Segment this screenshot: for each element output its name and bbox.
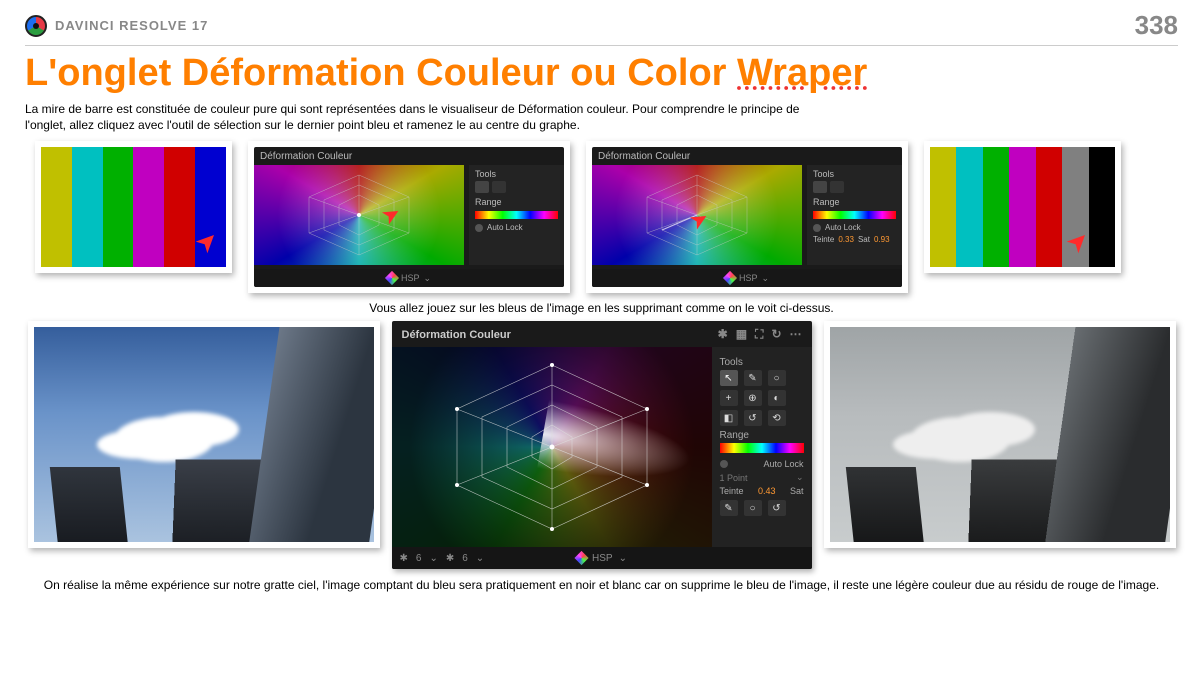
tools-label: Tools xyxy=(475,169,558,179)
grid2-value[interactable]: 6 xyxy=(462,553,468,564)
warper-panel-after: Déformation Couleur ➤ To xyxy=(586,141,908,293)
settings-icon[interactable]: ✱ xyxy=(718,327,728,342)
selection-tool-button[interactable] xyxy=(813,181,827,193)
autolock-label: Auto Lock xyxy=(763,459,803,469)
caption-1: Vous allez jouez sur les bleus de l'imag… xyxy=(25,301,1178,315)
tool-button[interactable]: ⟲ xyxy=(768,410,786,426)
range-rainbow[interactable] xyxy=(720,443,804,453)
tools-label: Tools xyxy=(720,357,804,368)
selection-tool-button[interactable]: ↖ xyxy=(720,370,738,386)
tool-button[interactable]: ↺ xyxy=(744,410,762,426)
color-button[interactable]: ○ xyxy=(744,500,762,516)
pin-tool-button[interactable] xyxy=(492,181,506,193)
app-name: DAVINCI RESOLVE 17 xyxy=(55,18,208,33)
hsp-label[interactable]: HSP xyxy=(401,273,420,283)
tool-button[interactable]: ⊕ xyxy=(744,390,762,406)
color-hexweb-large[interactable] xyxy=(392,347,712,547)
title-underlined: Wraper xyxy=(737,52,867,94)
teinte-value[interactable]: 0.43 xyxy=(758,486,776,496)
range-label: Range xyxy=(720,430,804,441)
panel-title: Déformation Couleur xyxy=(592,147,902,166)
warper-sidebar-large: Tools ↖ ✎ ○ + ⊕ ◐ ◧ ↺ ⟲ Range A xyxy=(712,347,812,547)
range-rainbow[interactable] xyxy=(813,211,896,219)
eyedropper-button[interactable]: ✎ xyxy=(720,500,738,516)
tool-button[interactable]: ◐ xyxy=(768,390,786,406)
more-icon[interactable]: ⋯ xyxy=(790,327,802,342)
page-number: 338 xyxy=(1135,10,1178,41)
warper-panel-before: Déformation Couleur ➤ Tool xyxy=(248,141,570,293)
color-space-icon xyxy=(574,551,588,565)
color-hexweb[interactable] xyxy=(592,165,802,265)
teinte-label: Teinte xyxy=(813,235,834,244)
pin-tool-button[interactable]: ○ xyxy=(768,370,786,386)
hsp-label[interactable]: HSP xyxy=(739,273,758,283)
autolock-toggle[interactable]: Auto Lock xyxy=(487,223,523,232)
teinte-label: Teinte xyxy=(720,486,744,496)
grid-icon[interactable]: ✱ xyxy=(446,553,454,564)
davinci-logo-icon xyxy=(25,15,47,37)
range-label: Range xyxy=(475,197,558,207)
hsp-dropdown[interactable]: HSP xyxy=(592,553,613,564)
colorbars-after: ➤ xyxy=(924,141,1121,273)
grid-icon[interactable]: ▦ xyxy=(736,327,747,342)
autolock-radio[interactable] xyxy=(720,460,728,468)
autolock-toggle[interactable]: Auto Lock xyxy=(825,223,861,232)
color-hexweb[interactable] xyxy=(254,165,464,265)
panel-title: Déformation Couleur xyxy=(254,147,564,166)
range-label: Range xyxy=(813,197,896,207)
tools-label: Tools xyxy=(813,169,896,179)
one-point-dropdown[interactable]: 1 Point xyxy=(720,473,748,483)
intro-paragraph: La mire de barre est constituée de coule… xyxy=(25,101,805,133)
warper-sidebar: Tools Range Auto Lock Teinte 0.33 Sat 0.93 xyxy=(807,165,902,265)
range-rainbow[interactable] xyxy=(475,211,558,219)
skyscraper-after xyxy=(824,321,1176,548)
draw-tool-button[interactable]: ✎ xyxy=(744,370,762,386)
grid-icon[interactable]: ✱ xyxy=(400,553,408,564)
caption-2: On réalise la même expérience sur notre … xyxy=(25,577,1178,593)
teinte-value[interactable]: 0.33 xyxy=(838,235,854,244)
sat-label: Sat xyxy=(790,486,804,496)
tool-button[interactable]: ◧ xyxy=(720,410,738,426)
sat-value[interactable]: 0.93 xyxy=(874,235,890,244)
color-space-icon xyxy=(385,271,399,285)
pin-tool-button[interactable] xyxy=(830,181,844,193)
warper-panel-large: Déformation Couleur ✱ ▦ ⛶ ↻ ⋯ xyxy=(392,321,812,569)
expand-icon[interactable]: ⛶ xyxy=(755,327,763,342)
page-header: DAVINCI RESOLVE 17 338 xyxy=(25,10,1178,46)
skyscraper-before xyxy=(28,321,380,548)
colorbars-before: ➤ xyxy=(35,141,232,273)
tool-button[interactable]: + xyxy=(720,390,738,406)
title-text: L'onglet Déformation Couleur ou Color xyxy=(25,52,737,94)
warper-sidebar: Tools Range Auto Lock xyxy=(469,165,564,265)
page-title: L'onglet Déformation Couleur ou Color Wr… xyxy=(25,52,1178,95)
sat-label: Sat xyxy=(858,235,870,244)
panel-title: Déformation Couleur xyxy=(402,329,511,341)
grid1-value[interactable]: 6 xyxy=(416,553,422,564)
selection-tool-button[interactable] xyxy=(475,181,489,193)
color-space-icon xyxy=(723,271,737,285)
reset-icon[interactable]: ↻ xyxy=(771,327,781,342)
reset-point-button[interactable]: ↺ xyxy=(768,500,786,516)
